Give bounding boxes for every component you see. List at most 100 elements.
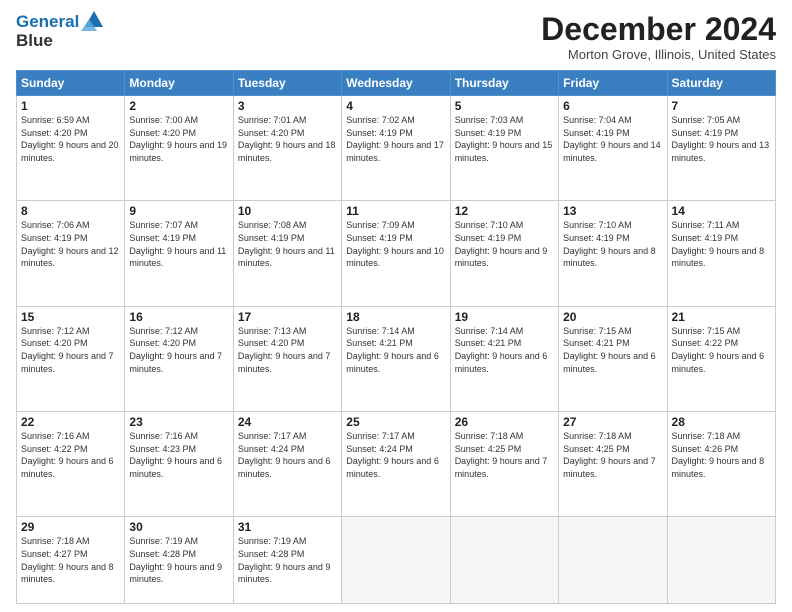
table-row: 27 Sunrise: 7:18 AM Sunset: 4:25 PM Dayl… [559,412,667,517]
day-number: 5 [455,99,554,113]
day-info: Sunrise: 7:10 AM Sunset: 4:19 PM Dayligh… [455,219,554,269]
table-row: 10 Sunrise: 7:08 AM Sunset: 4:19 PM Dayl… [233,201,341,306]
day-info: Sunrise: 7:09 AM Sunset: 4:19 PM Dayligh… [346,219,445,269]
table-row: 25 Sunrise: 7:17 AM Sunset: 4:24 PM Dayl… [342,412,450,517]
day-info: Sunrise: 7:15 AM Sunset: 4:21 PM Dayligh… [563,325,662,375]
day-info: Sunrise: 7:01 AM Sunset: 4:20 PM Dayligh… [238,114,337,164]
day-number: 12 [455,204,554,218]
table-row: 23 Sunrise: 7:16 AM Sunset: 4:23 PM Dayl… [125,412,233,517]
day-number: 23 [129,415,228,429]
table-row: 9 Sunrise: 7:07 AM Sunset: 4:19 PM Dayli… [125,201,233,306]
table-row: 18 Sunrise: 7:14 AM Sunset: 4:21 PM Dayl… [342,306,450,411]
calendar-table: Sunday Monday Tuesday Wednesday Thursday… [16,70,776,604]
day-number: 20 [563,310,662,324]
day-number: 31 [238,520,337,534]
col-tuesday: Tuesday [233,71,341,96]
table-row: 3 Sunrise: 7:01 AM Sunset: 4:20 PM Dayli… [233,96,341,201]
logo-blue: Blue [16,32,107,49]
day-info: Sunrise: 7:04 AM Sunset: 4:19 PM Dayligh… [563,114,662,164]
day-number: 14 [672,204,771,218]
table-row: 16 Sunrise: 7:12 AM Sunset: 4:20 PM Dayl… [125,306,233,411]
day-info: Sunrise: 7:16 AM Sunset: 4:22 PM Dayligh… [21,430,120,480]
day-info: Sunrise: 7:13 AM Sunset: 4:20 PM Dayligh… [238,325,337,375]
table-row: 15 Sunrise: 7:12 AM Sunset: 4:20 PM Dayl… [17,306,125,411]
day-number: 6 [563,99,662,113]
col-monday: Monday [125,71,233,96]
table-row: 1 Sunrise: 6:59 AM Sunset: 4:20 PM Dayli… [17,96,125,201]
table-row: 28 Sunrise: 7:18 AM Sunset: 4:26 PM Dayl… [667,412,775,517]
table-row: 12 Sunrise: 7:10 AM Sunset: 4:19 PM Dayl… [450,201,558,306]
col-wednesday: Wednesday [342,71,450,96]
table-row [667,517,775,604]
day-info: Sunrise: 7:17 AM Sunset: 4:24 PM Dayligh… [238,430,337,480]
day-info: Sunrise: 7:16 AM Sunset: 4:23 PM Dayligh… [129,430,228,480]
col-thursday: Thursday [450,71,558,96]
day-info: Sunrise: 7:07 AM Sunset: 4:19 PM Dayligh… [129,219,228,269]
table-row: 26 Sunrise: 7:18 AM Sunset: 4:25 PM Dayl… [450,412,558,517]
day-number: 25 [346,415,445,429]
day-number: 8 [21,204,120,218]
table-row: 21 Sunrise: 7:15 AM Sunset: 4:22 PM Dayl… [667,306,775,411]
day-info: Sunrise: 7:18 AM Sunset: 4:27 PM Dayligh… [21,535,120,585]
day-number: 27 [563,415,662,429]
table-row: 30 Sunrise: 7:19 AM Sunset: 4:28 PM Dayl… [125,517,233,604]
col-friday: Friday [559,71,667,96]
day-number: 15 [21,310,120,324]
table-row: 13 Sunrise: 7:10 AM Sunset: 4:19 PM Dayl… [559,201,667,306]
day-number: 2 [129,99,228,113]
table-row: 2 Sunrise: 7:00 AM Sunset: 4:20 PM Dayli… [125,96,233,201]
day-info: Sunrise: 7:10 AM Sunset: 4:19 PM Dayligh… [563,219,662,269]
day-info: Sunrise: 6:59 AM Sunset: 4:20 PM Dayligh… [21,114,120,164]
day-info: Sunrise: 7:18 AM Sunset: 4:26 PM Dayligh… [672,430,771,480]
day-info: Sunrise: 7:19 AM Sunset: 4:28 PM Dayligh… [238,535,337,585]
day-info: Sunrise: 7:14 AM Sunset: 4:21 PM Dayligh… [346,325,445,375]
table-row: 19 Sunrise: 7:14 AM Sunset: 4:21 PM Dayl… [450,306,558,411]
day-number: 26 [455,415,554,429]
month-title: December 2024 [541,12,776,47]
table-row: 29 Sunrise: 7:18 AM Sunset: 4:27 PM Dayl… [17,517,125,604]
day-number: 22 [21,415,120,429]
table-row: 5 Sunrise: 7:03 AM Sunset: 4:19 PM Dayli… [450,96,558,201]
table-row: 6 Sunrise: 7:04 AM Sunset: 4:19 PM Dayli… [559,96,667,201]
day-number: 28 [672,415,771,429]
title-block: December 2024 Morton Grove, Illinois, Un… [541,12,776,62]
day-info: Sunrise: 7:12 AM Sunset: 4:20 PM Dayligh… [129,325,228,375]
day-info: Sunrise: 7:19 AM Sunset: 4:28 PM Dayligh… [129,535,228,585]
day-number: 1 [21,99,120,113]
day-number: 30 [129,520,228,534]
logo-icon [81,9,107,31]
table-row: 24 Sunrise: 7:17 AM Sunset: 4:24 PM Dayl… [233,412,341,517]
day-number: 19 [455,310,554,324]
day-info: Sunrise: 7:11 AM Sunset: 4:19 PM Dayligh… [672,219,771,269]
day-info: Sunrise: 7:05 AM Sunset: 4:19 PM Dayligh… [672,114,771,164]
logo: General Blue [16,12,107,49]
table-row: 8 Sunrise: 7:06 AM Sunset: 4:19 PM Dayli… [17,201,125,306]
day-info: Sunrise: 7:06 AM Sunset: 4:19 PM Dayligh… [21,219,120,269]
table-row: 11 Sunrise: 7:09 AM Sunset: 4:19 PM Dayl… [342,201,450,306]
day-info: Sunrise: 7:17 AM Sunset: 4:24 PM Dayligh… [346,430,445,480]
table-row: 14 Sunrise: 7:11 AM Sunset: 4:19 PM Dayl… [667,201,775,306]
day-number: 21 [672,310,771,324]
table-row: 4 Sunrise: 7:02 AM Sunset: 4:19 PM Dayli… [342,96,450,201]
table-row: 17 Sunrise: 7:13 AM Sunset: 4:20 PM Dayl… [233,306,341,411]
day-number: 7 [672,99,771,113]
day-number: 18 [346,310,445,324]
day-info: Sunrise: 7:18 AM Sunset: 4:25 PM Dayligh… [455,430,554,480]
day-info: Sunrise: 7:12 AM Sunset: 4:20 PM Dayligh… [21,325,120,375]
day-info: Sunrise: 7:00 AM Sunset: 4:20 PM Dayligh… [129,114,228,164]
col-sunday: Sunday [17,71,125,96]
table-row: 22 Sunrise: 7:16 AM Sunset: 4:22 PM Dayl… [17,412,125,517]
day-info: Sunrise: 7:14 AM Sunset: 4:21 PM Dayligh… [455,325,554,375]
day-number: 13 [563,204,662,218]
day-info: Sunrise: 7:18 AM Sunset: 4:25 PM Dayligh… [563,430,662,480]
day-number: 4 [346,99,445,113]
location: Morton Grove, Illinois, United States [541,47,776,62]
day-number: 11 [346,204,445,218]
header: General Blue December 2024 Morton Grove,… [16,12,776,62]
col-saturday: Saturday [667,71,775,96]
day-number: 3 [238,99,337,113]
table-row [342,517,450,604]
day-number: 10 [238,204,337,218]
day-number: 17 [238,310,337,324]
table-row: 20 Sunrise: 7:15 AM Sunset: 4:21 PM Dayl… [559,306,667,411]
